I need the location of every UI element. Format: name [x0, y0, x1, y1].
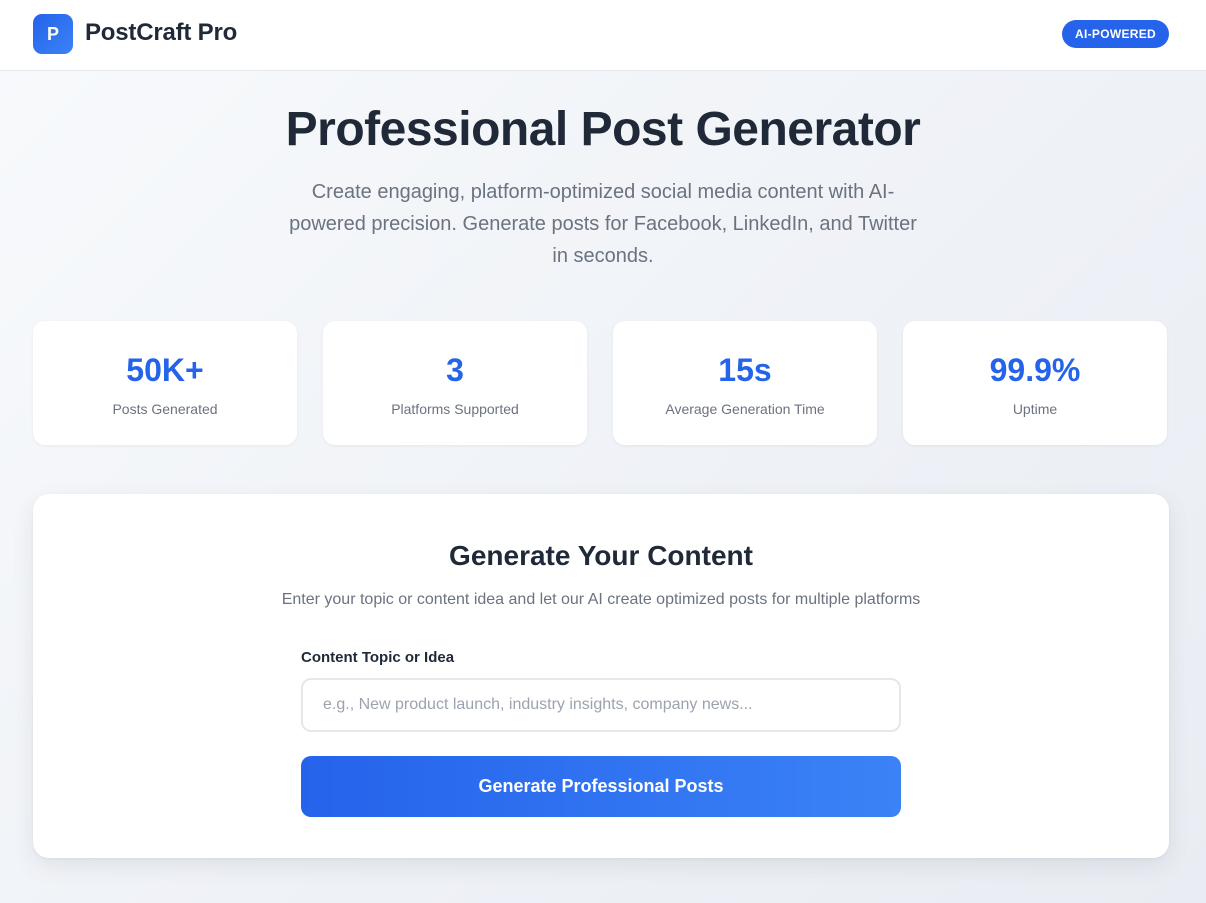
ai-powered-badge: AI-POWERED	[1062, 20, 1169, 48]
stat-value: 99.9%	[989, 352, 1081, 388]
brand-name[interactable]: PostCraft Pro	[85, 19, 237, 47]
stat-label: Average Generation Time	[665, 401, 825, 417]
topic-field-label: Content Topic or Idea	[301, 649, 455, 666]
page-title: Professional Post Generator	[285, 103, 921, 156]
top-bar: P PostCraft Pro AI-POWERED	[0, 0, 1206, 71]
stat-card-platforms-supported: 3 Platforms Supported	[323, 321, 587, 445]
logo-icon[interactable]: P	[33, 14, 73, 54]
stat-label: Posts Generated	[112, 401, 218, 417]
generator-panel: Generate Your Content Enter your topic o…	[33, 494, 1169, 858]
stat-card-average-generation-time: 15s Average Generation Time	[613, 321, 877, 445]
stat-value: 3	[446, 352, 464, 388]
topic-input[interactable]	[301, 678, 901, 732]
generator-title: Generate Your Content	[449, 540, 753, 571]
stat-card-uptime: 99.9% Uptime	[903, 321, 1167, 445]
stat-value: 15s	[718, 352, 772, 388]
stat-label: Uptime	[1012, 401, 1058, 417]
generate-posts-button[interactable]: Generate Professional Posts	[301, 756, 901, 817]
page-subtitle: Create engaging, platform-optimized soci…	[289, 181, 917, 267]
stat-label: Platforms Supported	[391, 401, 519, 417]
generator-subtitle: Enter your topic or content idea and let…	[281, 591, 921, 608]
stat-card-posts-generated: 50K+ Posts Generated	[33, 321, 297, 445]
logo-letter: P	[46, 23, 59, 44]
stat-value: 50K+	[126, 352, 204, 388]
